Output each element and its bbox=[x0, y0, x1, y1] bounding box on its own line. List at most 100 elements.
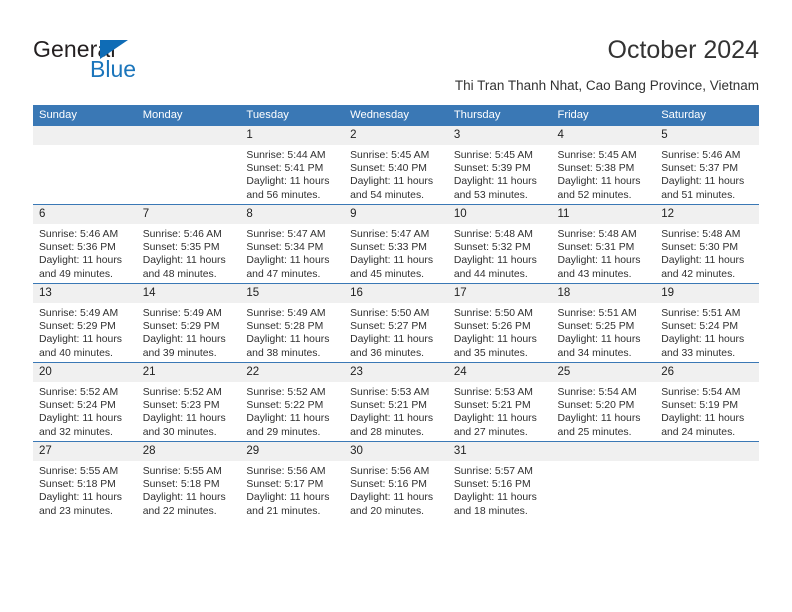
calendar-day-cell[interactable]: 9 Sunrise: 5:47 AM Sunset: 5:33 PM Daylight… bbox=[344, 204, 448, 284]
day-number: 28 bbox=[136, 442, 241, 461]
sunrise-text: Sunrise: 5:47 AM bbox=[246, 229, 326, 240]
day-sun-info: Sunrise: 5:49 AM Sunset: 5:29 PM Daylight:… bbox=[33, 303, 137, 360]
day-sun-info: Sunrise: 5:50 AM Sunset: 5:26 PM Daylight:… bbox=[448, 303, 552, 360]
sunset-text: Sunset: 5:41 PM bbox=[246, 163, 324, 175]
calendar-day-cell[interactable]: 15 Sunrise: 5:49 AM Sunset: 5:28 PM Dayligh… bbox=[240, 283, 345, 363]
calendar-day-cell[interactable]: 30 Sunrise: 5:56 AM Sunset: 5:16 PM Dayligh… bbox=[344, 441, 448, 520]
calendar-day-cell[interactable]: 25 Sunrise: 5:54 AM Sunset: 5:20 PM Dayligh… bbox=[551, 362, 656, 442]
calendar-day-cell[interactable]: 31 Sunrise: 5:57 AM Sunset: 5:16 PM Dayligh… bbox=[447, 441, 552, 520]
sunrise-text: Sunrise: 5:54 AM bbox=[661, 387, 741, 398]
sunset-text: Sunset: 5:18 PM bbox=[39, 479, 116, 491]
day-number: 11 bbox=[551, 205, 656, 224]
calendar-day-cell[interactable]: 19 Sunrise: 5:51 AM Sunset: 5:24 PM Dayligh… bbox=[655, 283, 759, 363]
sunset-text: Sunset: 5:24 PM bbox=[39, 400, 116, 412]
daylight-text: Daylight: 11 hours and 18 minutes. bbox=[453, 492, 537, 517]
sunset-text: Sunset: 5:36 PM bbox=[39, 242, 116, 254]
daylight-text: Daylight: 11 hours and 52 minutes. bbox=[557, 176, 641, 201]
calendar-body: 1 Sunrise: 5:44 AM Sunset: 5:41 PM Daylight… bbox=[33, 126, 759, 520]
day-sun-info: Sunrise: 5:55 AM Sunset: 5:18 PM Daylight:… bbox=[33, 461, 137, 518]
day-sun-info: Sunrise: 5:45 AM Sunset: 5:39 PM Daylight:… bbox=[448, 145, 552, 202]
calendar-day-cell[interactable]: 5 Sunrise: 5:46 AM Sunset: 5:37 PM Daylight… bbox=[655, 126, 759, 205]
calendar-day-cell[interactable]: 10 Sunrise: 5:48 AM Sunset: 5:32 PM Dayligh… bbox=[447, 204, 552, 284]
day-sun-info: Sunrise: 5:56 AM Sunset: 5:17 PM Daylight:… bbox=[240, 461, 344, 518]
calendar-day-cell[interactable]: 8 Sunrise: 5:47 AM Sunset: 5:34 PM Daylight… bbox=[240, 204, 345, 284]
calendar-day-cell[interactable]: 2 Sunrise: 5:45 AM Sunset: 5:40 PM Daylight… bbox=[344, 126, 448, 205]
calendar-cell-empty bbox=[136, 126, 241, 205]
day-sun-info: Sunrise: 5:49 AM Sunset: 5:28 PM Daylight:… bbox=[240, 303, 344, 360]
sunset-text: Sunset: 5:33 PM bbox=[350, 242, 427, 254]
sunset-text: Sunset: 5:27 PM bbox=[350, 321, 427, 333]
sunset-text: Sunset: 5:25 PM bbox=[557, 321, 635, 333]
logo-text-blue: Blue bbox=[90, 56, 137, 82]
sunrise-text: Sunrise: 5:51 AM bbox=[557, 308, 637, 319]
day-number: 9 bbox=[344, 205, 448, 224]
calendar-day-cell[interactable]: 4 Sunrise: 5:45 AM Sunset: 5:38 PM Daylight… bbox=[551, 126, 656, 205]
calendar-day-cell[interactable]: 1 Sunrise: 5:44 AM Sunset: 5:41 PM Daylight… bbox=[240, 126, 345, 205]
calendar-day-cell[interactable]: 29 Sunrise: 5:56 AM Sunset: 5:17 PM Dayligh… bbox=[240, 441, 345, 520]
day-number: 12 bbox=[655, 205, 759, 224]
day-number: 22 bbox=[240, 363, 345, 382]
day-number: 19 bbox=[655, 284, 759, 303]
day-number: 5 bbox=[655, 126, 759, 145]
calendar-day-cell[interactable]: 12 Sunrise: 5:48 AM Sunset: 5:30 PM Dayligh… bbox=[655, 204, 759, 284]
sunrise-text: Sunrise: 5:49 AM bbox=[246, 308, 326, 319]
sunrise-text: Sunrise: 5:44 AM bbox=[246, 150, 326, 161]
calendar-day-cell[interactable]: 7 Sunrise: 5:46 AM Sunset: 5:35 PM Daylight… bbox=[136, 204, 241, 284]
weekday-header-wednesday: Wednesday bbox=[344, 105, 448, 126]
day-sun-info: Sunrise: 5:46 AM Sunset: 5:37 PM Daylight:… bbox=[655, 145, 759, 202]
calendar-day-cell[interactable]: 6 Sunrise: 5:46 AM Sunset: 5:36 PM Daylight… bbox=[33, 204, 137, 284]
sunrise-text: Sunrise: 5:48 AM bbox=[557, 229, 637, 240]
daylight-text: Daylight: 11 hours and 48 minutes. bbox=[142, 255, 226, 280]
weekday-header-monday: Monday bbox=[136, 105, 241, 126]
weekday-header-saturday: Saturday bbox=[655, 105, 759, 126]
day-sun-info: Sunrise: 5:52 AM Sunset: 5:23 PM Daylight:… bbox=[137, 382, 241, 439]
sunset-text: Sunset: 5:37 PM bbox=[661, 163, 739, 175]
weekday-header-sunday: Sunday bbox=[33, 105, 137, 126]
sunrise-text: Sunrise: 5:50 AM bbox=[453, 308, 533, 319]
calendar-day-cell[interactable]: 27 Sunrise: 5:55 AM Sunset: 5:18 PM Dayligh… bbox=[33, 441, 137, 520]
calendar-day-cell[interactable]: 28 Sunrise: 5:55 AM Sunset: 5:18 PM Dayligh… bbox=[136, 441, 241, 520]
calendar-week-row: 27 Sunrise: 5:55 AM Sunset: 5:18 PM Dayligh… bbox=[33, 441, 759, 520]
day-number: 25 bbox=[551, 363, 656, 382]
calendar-day-cell[interactable]: 21 Sunrise: 5:52 AM Sunset: 5:23 PM Dayligh… bbox=[136, 362, 241, 442]
calendar-day-cell[interactable]: 18 Sunrise: 5:51 AM Sunset: 5:25 PM Dayligh… bbox=[551, 283, 656, 363]
day-number: 24 bbox=[447, 363, 552, 382]
calendar-week-row: 13 Sunrise: 5:49 AM Sunset: 5:29 PM Dayligh… bbox=[33, 283, 759, 363]
day-sun-info: Sunrise: 5:57 AM Sunset: 5:16 PM Daylight:… bbox=[448, 461, 552, 518]
calendar-day-cell[interactable]: 13 Sunrise: 5:49 AM Sunset: 5:29 PM Dayligh… bbox=[33, 283, 137, 363]
daylight-text: Daylight: 11 hours and 25 minutes. bbox=[557, 413, 641, 438]
day-number bbox=[551, 442, 656, 461]
daylight-text: Daylight: 11 hours and 30 minutes. bbox=[142, 413, 226, 438]
sunset-text: Sunset: 5:29 PM bbox=[39, 321, 116, 333]
day-number: 10 bbox=[447, 205, 552, 224]
day-sun-info: Sunrise: 5:48 AM Sunset: 5:32 PM Daylight:… bbox=[448, 224, 552, 281]
calendar-page: General Blue October 2024 Thi Tran Thanh… bbox=[0, 0, 792, 612]
calendar-day-cell[interactable]: 20 Sunrise: 5:52 AM Sunset: 5:24 PM Dayligh… bbox=[33, 362, 137, 442]
calendar-day-cell[interactable]: 14 Sunrise: 5:49 AM Sunset: 5:29 PM Dayligh… bbox=[136, 283, 241, 363]
page-title: October 2024 bbox=[607, 36, 760, 64]
day-sun-info: Sunrise: 5:53 AM Sunset: 5:21 PM Daylight:… bbox=[448, 382, 552, 439]
day-number: 2 bbox=[344, 126, 448, 145]
daylight-text: Daylight: 11 hours and 32 minutes. bbox=[39, 413, 122, 438]
sunset-text: Sunset: 5:35 PM bbox=[142, 242, 220, 254]
calendar-day-cell[interactable]: 17 Sunrise: 5:50 AM Sunset: 5:26 PM Dayligh… bbox=[447, 283, 552, 363]
daylight-text: Daylight: 11 hours and 27 minutes. bbox=[453, 413, 537, 438]
calendar-day-cell[interactable]: 22 Sunrise: 5:52 AM Sunset: 5:22 PM Dayligh… bbox=[240, 362, 345, 442]
daylight-text: Daylight: 11 hours and 51 minutes. bbox=[661, 176, 745, 201]
calendar-day-cell[interactable]: 23 Sunrise: 5:53 AM Sunset: 5:21 PM Dayligh… bbox=[344, 362, 448, 442]
calendar-day-cell[interactable]: 3 Sunrise: 5:45 AM Sunset: 5:39 PM Daylight… bbox=[447, 126, 552, 205]
day-number bbox=[33, 126, 137, 145]
calendar-day-cell[interactable]: 24 Sunrise: 5:53 AM Sunset: 5:21 PM Dayligh… bbox=[447, 362, 552, 442]
sunset-text: Sunset: 5:32 PM bbox=[453, 242, 531, 254]
calendar-day-cell[interactable]: 26 Sunrise: 5:54 AM Sunset: 5:19 PM Dayligh… bbox=[655, 362, 759, 442]
calendar-day-cell[interactable]: 11 Sunrise: 5:48 AM Sunset: 5:31 PM Dayligh… bbox=[551, 204, 656, 284]
day-sun-info: Sunrise: 5:53 AM Sunset: 5:21 PM Daylight:… bbox=[344, 382, 448, 439]
calendar-week-row: 20 Sunrise: 5:52 AM Sunset: 5:24 PM Dayligh… bbox=[33, 362, 759, 442]
sunset-text: Sunset: 5:24 PM bbox=[661, 321, 739, 333]
daylight-text: Daylight: 11 hours and 29 minutes. bbox=[246, 413, 330, 438]
sunrise-text: Sunrise: 5:52 AM bbox=[142, 387, 222, 398]
page-header: General Blue October 2024 Thi Tran Thanh… bbox=[0, 0, 792, 100]
calendar-day-cell[interactable]: 16 Sunrise: 5:50 AM Sunset: 5:27 PM Dayligh… bbox=[344, 283, 448, 363]
daylight-text: Daylight: 11 hours and 33 minutes. bbox=[661, 334, 745, 359]
day-number bbox=[136, 126, 241, 145]
